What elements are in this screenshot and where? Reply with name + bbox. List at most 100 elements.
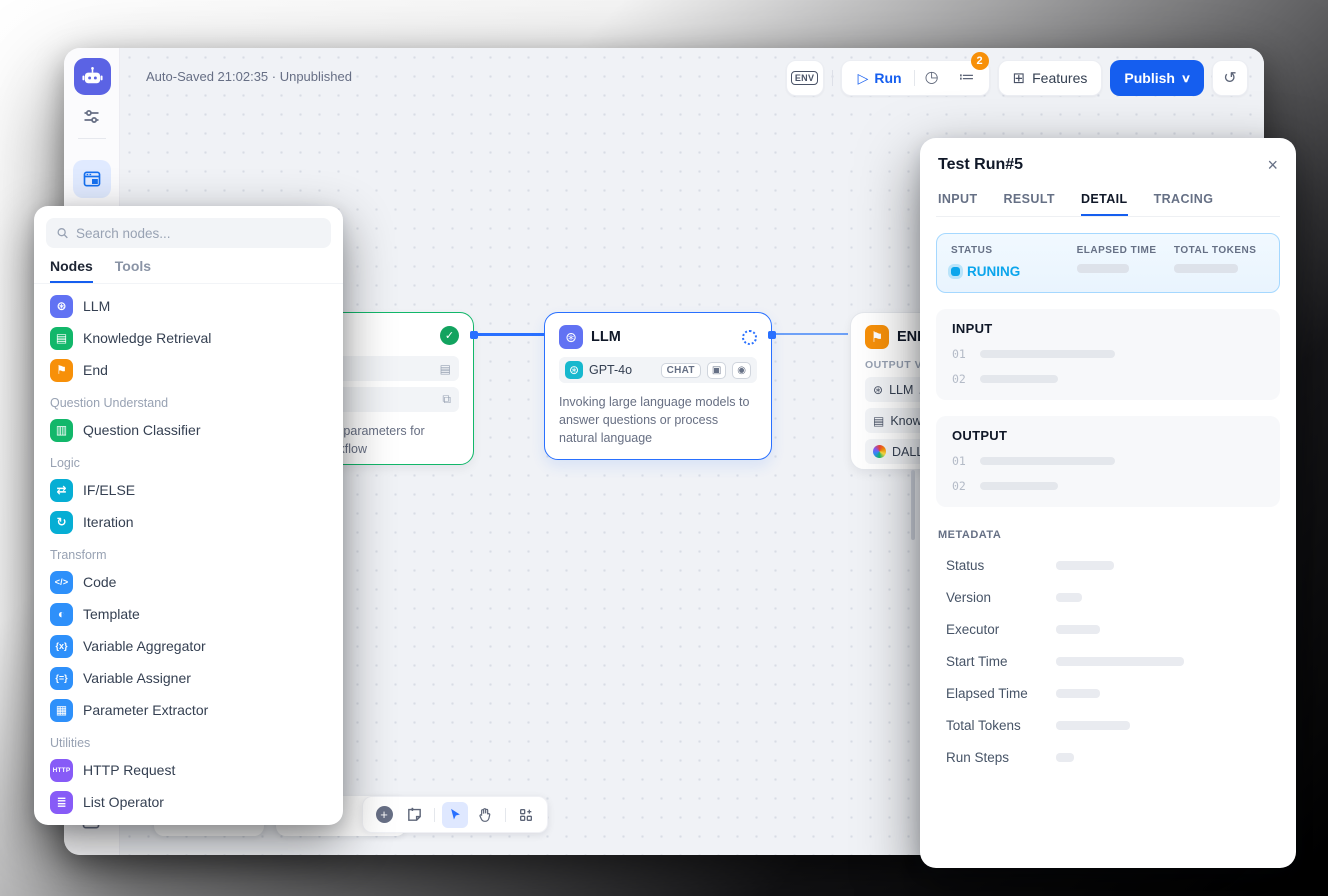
panel-title: Test Run#5 <box>938 156 1023 174</box>
app-logo-robot-icon[interactable] <box>74 58 111 95</box>
skeleton-loader <box>1056 657 1184 666</box>
skeleton-loader <box>1056 689 1100 698</box>
group-label-logic: Logic <box>42 446 335 474</box>
node-item-question-classifier[interactable]: ▥ Question Classifier <box>42 414 335 446</box>
node-item-parameter-extractor[interactable]: ▦ Parameter Extractor <box>42 694 335 726</box>
env-button[interactable]: ENV <box>786 60 824 96</box>
output-title: OUTPUT <box>952 428 1264 443</box>
skeleton-loader <box>980 375 1058 383</box>
llm-node[interactable]: ⊛ LLM ⊛ GPT-4o CHAT ▣ ◉ Invoking large l… <box>544 312 772 460</box>
tab-tracing[interactable]: TRACING <box>1154 192 1214 216</box>
http-request-icon: HTTP <box>50 759 73 782</box>
node-item-if-else[interactable]: ⇄ IF/ELSE <box>42 474 335 506</box>
autosave-status: Auto-Saved 21:02:35 · Unpublished <box>146 69 352 84</box>
llm-node-description: Invoking large language models to answer… <box>545 383 771 447</box>
features-button[interactable]: ⊞ Features <box>998 60 1103 96</box>
organize-nodes-button[interactable] <box>513 802 539 828</box>
metadata-row-version: Version <box>936 590 1280 605</box>
toolbar-divider <box>434 808 435 822</box>
skeleton-loader <box>1174 264 1238 273</box>
output-section: OUTPUT 01 02 <box>936 416 1280 507</box>
tab-detail[interactable]: DETAIL <box>1081 192 1128 216</box>
template-icon: ◐ <box>50 603 73 626</box>
knowledge-icon: ▤ <box>50 327 73 350</box>
end-flag-icon: ⚑ <box>50 359 73 382</box>
classifier-icon: ▥ <box>50 419 73 442</box>
version-history-button[interactable]: ↺ <box>1212 60 1248 96</box>
branch-icon: ⇄ <box>50 479 73 502</box>
workflow-window-button[interactable] <box>73 160 111 198</box>
search-input[interactable] <box>76 226 321 241</box>
env-icon: ENV <box>791 71 818 85</box>
node-item-iteration[interactable]: ↻ Iteration <box>42 506 335 538</box>
running-spinner-icon <box>742 330 757 345</box>
node-item-code[interactable]: </> Code <box>42 566 335 598</box>
total-tokens-label: TOTAL TOKENS <box>1174 245 1265 256</box>
llm-node-header: ⊛ LLM <box>545 313 771 357</box>
variable-assigner-icon: {=} <box>50 667 73 690</box>
var-label: LLM <box>889 383 913 397</box>
group-label-transform: Transform <box>42 538 335 566</box>
checklist-icon[interactable]: ≔ <box>949 70 985 86</box>
llm-output-port[interactable] <box>768 331 776 339</box>
skeleton-loader <box>1056 593 1082 602</box>
tab-input[interactable]: INPUT <box>938 192 978 216</box>
skeleton-loader <box>980 350 1115 358</box>
line-number: 02 <box>952 372 966 386</box>
status-label: STATUS <box>951 245 1077 256</box>
tab-tools[interactable]: Tools <box>115 258 151 283</box>
skeleton-loader <box>980 482 1058 490</box>
tab-result[interactable]: RESULT <box>1004 192 1055 216</box>
llm-icon: ⊛ <box>559 325 583 349</box>
run-panel-tabs: INPUT RESULT DETAIL TRACING <box>936 192 1280 217</box>
vision-badge-icon: ▣ <box>707 362 726 379</box>
node-item-end[interactable]: ⚑ End <box>42 354 335 386</box>
search-box[interactable] <box>46 218 331 248</box>
hand-mode-button[interactable] <box>472 802 498 828</box>
node-item-llm[interactable]: ⊛ LLM <box>42 290 335 322</box>
add-note-button[interactable] <box>401 802 427 828</box>
node-item-variable-assigner[interactable]: {=} Variable Assigner <box>42 662 335 694</box>
edge-start-to-llm[interactable] <box>474 333 544 336</box>
pointer-mode-button[interactable] <box>442 802 468 828</box>
tune-sliders-icon[interactable] <box>81 106 102 132</box>
search-icon <box>56 226 69 240</box>
test-run-panel: Test Run#5 × INPUT RESULT DETAIL TRACING… <box>920 138 1296 868</box>
success-check-icon: ✓ <box>440 326 459 345</box>
play-icon: ▷ <box>858 70 869 87</box>
publish-button[interactable]: Publish ∨ <box>1110 60 1204 96</box>
run-button[interactable]: ▷ Run <box>846 70 914 87</box>
node-item-http-request[interactable]: HTTP HTTP Request <box>42 754 335 786</box>
chevron-down-icon: ∨ <box>1181 72 1191 85</box>
close-icon[interactable]: × <box>1267 156 1278 174</box>
node-item-knowledge-retrieval[interactable]: ▤ Knowledge Retrieval <box>42 322 335 354</box>
end-flag-icon: ⚑ <box>865 325 889 349</box>
node-item-template[interactable]: ◐ Template <box>42 598 335 630</box>
group-label-question-understand: Question Understand <box>42 386 335 414</box>
skeleton-loader <box>1056 625 1100 634</box>
run-history-timer-icon[interactable]: ◷ <box>915 70 949 86</box>
edge-llm-to-end[interactable] <box>774 333 848 335</box>
publish-label: Publish <box>1124 70 1175 86</box>
code-icon: </> <box>50 571 73 594</box>
canvas-scrollbar[interactable] <box>911 470 915 540</box>
chat-mode-badge: CHAT <box>661 363 701 378</box>
skeleton-loader <box>1077 264 1129 273</box>
node-search-panel: Nodes Tools ⊛ LLM ▤ Knowledge Retrieval … <box>34 206 343 825</box>
metadata-row-start-time: Start Time <box>936 654 1280 669</box>
model-selector[interactable]: ⊛ GPT-4o CHAT ▣ ◉ <box>559 357 757 383</box>
metadata-row-executor: Executor <box>936 622 1280 637</box>
tab-nodes[interactable]: Nodes <box>50 258 93 283</box>
add-node-button[interactable]: + <box>371 802 397 828</box>
node-item-variable-aggregator[interactable]: {x} Variable Aggregator <box>42 630 335 662</box>
metadata-row-status: Status <box>936 558 1280 573</box>
start-output-port[interactable] <box>470 331 478 339</box>
paragraph-icon: ⧉ <box>442 392 451 407</box>
hand-icon <box>477 807 493 823</box>
toolbar-divider <box>832 70 833 86</box>
node-item-list-operator[interactable]: ≣ List Operator <box>42 786 335 818</box>
canvas-toolbar: + <box>362 796 548 833</box>
skeleton-loader <box>1056 561 1114 570</box>
metadata-title: METADATA <box>936 529 1280 541</box>
elapsed-time-label: ELAPSED TIME <box>1077 245 1174 256</box>
